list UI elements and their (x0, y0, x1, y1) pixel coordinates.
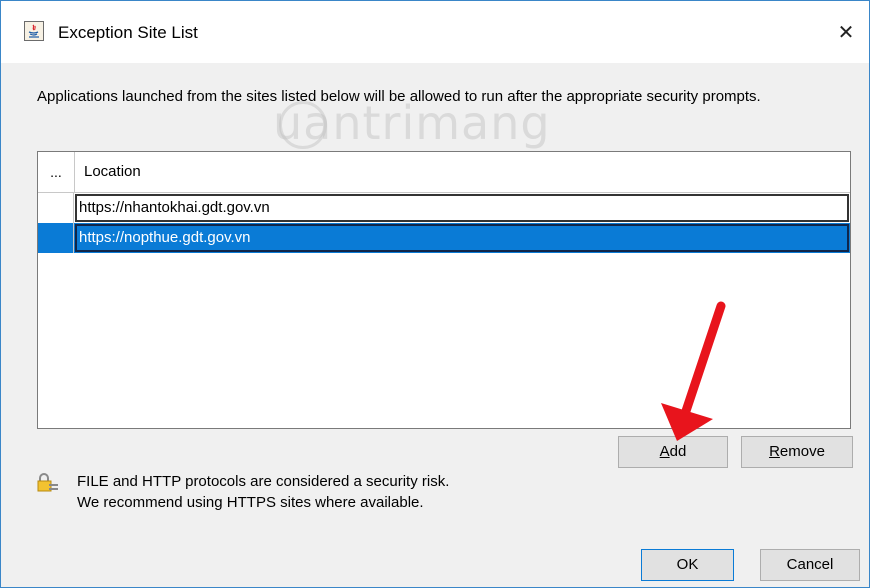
row-select-cell[interactable] (38, 223, 74, 253)
add-button-mnemonic: A (659, 443, 670, 460)
warning-line-2: We recommend using HTTPS sites where ava… (77, 494, 424, 511)
window-title: Exception Site List (58, 23, 198, 42)
remove-button[interactable]: Remove (741, 436, 853, 468)
title-bar[interactable]: Exception Site List ✕ (1, 1, 869, 63)
exception-site-list-dialog: Exception Site List ✕ uantrimang Applica… (0, 0, 870, 588)
ok-button[interactable]: OK (641, 549, 734, 581)
column-header-select[interactable]: ... (38, 152, 75, 192)
table-header: ... Location (38, 152, 850, 193)
close-button[interactable]: ✕ (823, 1, 869, 63)
location-cell[interactable]: https://nopthue.gdt.gov.vn (75, 224, 849, 252)
remove-button-mnemonic: R (769, 443, 780, 460)
add-button-label: dd (669, 443, 687, 460)
cancel-button[interactable]: Cancel (760, 549, 860, 581)
row-select-cell[interactable] (38, 193, 74, 223)
column-header-location[interactable]: Location (84, 152, 141, 192)
annotation-arrow-icon (661, 301, 726, 441)
lock-icon (37, 473, 59, 493)
table-row[interactable]: https://nhantokhai.gdt.gov.vn (38, 193, 850, 223)
location-cell[interactable]: https://nhantokhai.gdt.gov.vn (75, 194, 849, 222)
description-text: Applications launched from the sites lis… (37, 88, 761, 105)
table-row-selected[interactable]: https://nopthue.gdt.gov.vn (38, 223, 850, 253)
java-icon (24, 21, 44, 41)
remove-button-label: emove (779, 443, 825, 460)
warning-line-1: FILE and HTTP protocols are considered a… (77, 473, 450, 490)
security-warning: FILE and HTTP protocols are considered a… (77, 471, 449, 513)
